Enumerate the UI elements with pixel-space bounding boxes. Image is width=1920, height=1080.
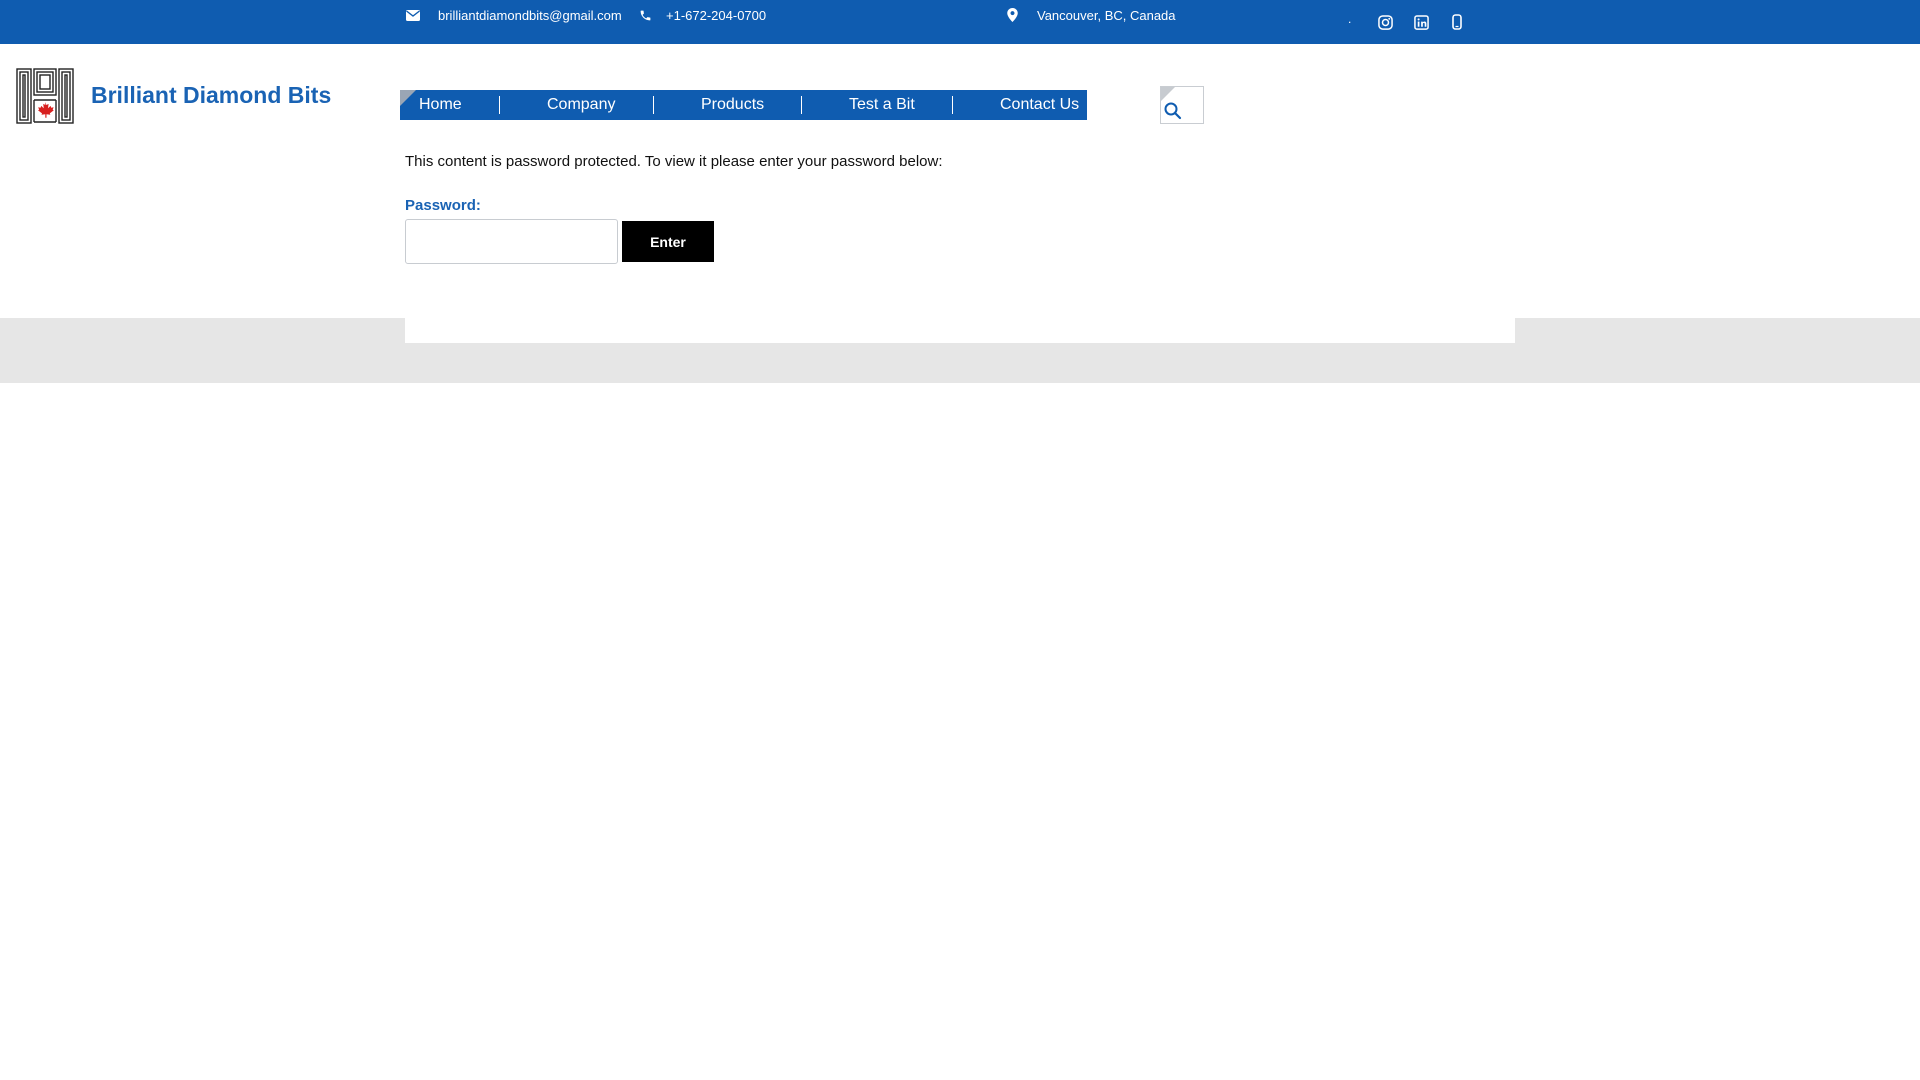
nav-item-contact-us[interactable]: Contact Us bbox=[1000, 90, 1079, 120]
enter-button[interactable]: Enter bbox=[622, 221, 714, 262]
linkedin-icon[interactable] bbox=[1412, 12, 1430, 32]
nav-item-home[interactable]: Home bbox=[419, 90, 462, 120]
topbar-separator: . bbox=[1348, 12, 1352, 26]
nav-separator bbox=[499, 96, 500, 114]
nav-separator bbox=[801, 96, 802, 114]
map-pin-icon bbox=[1005, 8, 1019, 22]
mobile-phone-icon[interactable] bbox=[1448, 12, 1466, 32]
nav-item-products[interactable]: Products bbox=[701, 90, 764, 120]
password-protected-message: This content is password protected. To v… bbox=[405, 153, 943, 170]
nav-item-company[interactable]: Company bbox=[547, 90, 615, 120]
nav-separator bbox=[952, 96, 953, 114]
topbar-email[interactable]: brilliantdiamondbits@gmail.com bbox=[406, 0, 622, 30]
password-label: Password: bbox=[405, 197, 481, 214]
search-button[interactable] bbox=[1160, 86, 1204, 124]
topbar-location: Vancouver, BC, Canada bbox=[1005, 0, 1176, 30]
nav-item-test-a-bit[interactable]: Test a Bit bbox=[849, 90, 915, 120]
instagram-icon[interactable] bbox=[1376, 12, 1394, 32]
topbar-location-text: Vancouver, BC, Canada bbox=[1037, 7, 1176, 23]
nav-separator bbox=[653, 96, 654, 114]
envelope-icon bbox=[406, 8, 420, 22]
topbar-phone[interactable]: +1-672-204-0700 bbox=[638, 0, 766, 30]
password-input[interactable] bbox=[405, 219, 618, 264]
topbar-phone-text[interactable]: +1-672-204-0700 bbox=[666, 8, 766, 23]
search-corner-decoration bbox=[1161, 87, 1175, 101]
footer-content-area bbox=[405, 318, 1515, 343]
top-bar: brilliantdiamondbits@gmail.com +1-672-20… bbox=[0, 0, 1920, 44]
search-icon bbox=[1163, 101, 1183, 121]
topbar-email-text[interactable]: brilliantdiamondbits@gmail.com bbox=[438, 8, 622, 23]
nav-corner-decoration bbox=[400, 90, 416, 106]
phone-icon bbox=[638, 8, 652, 22]
brand-name[interactable]: Brilliant Diamond Bits bbox=[91, 80, 331, 110]
maple-leaf-logo[interactable] bbox=[16, 68, 74, 124]
main-nav: Home Company Products Test a Bit Contact… bbox=[400, 90, 1087, 120]
